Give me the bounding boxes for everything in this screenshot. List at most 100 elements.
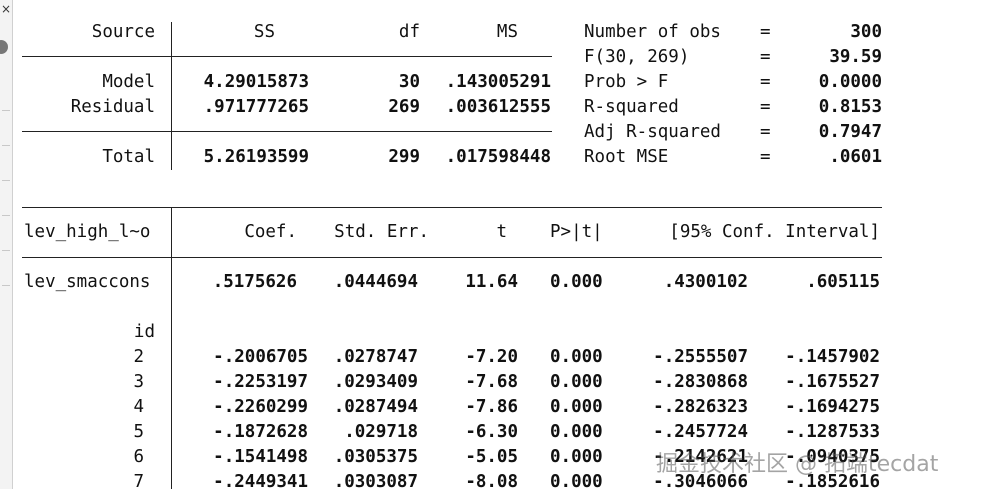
ci-lower: .4300102 — [663, 272, 748, 292]
se-value: .0278747 — [333, 347, 418, 367]
anova-row-source: Model — [102, 72, 155, 92]
factor-level: 3 — [133, 372, 144, 392]
p-value: 0.000 — [550, 372, 603, 392]
stat-label: Number of obs — [584, 22, 721, 42]
coef-header-ci: [95% Conf. Interval] — [669, 222, 880, 242]
anova-row-df: 299 — [388, 147, 420, 167]
anova-row-ms: .003612555 — [445, 97, 551, 117]
anova-row-source: Total — [102, 147, 155, 167]
se-value: .0293409 — [333, 372, 418, 392]
se-value: .029718 — [344, 422, 418, 442]
stat-equals: = — [760, 47, 771, 67]
gutter-divider — [2, 180, 10, 181]
ci-lower: -.2830868 — [653, 372, 748, 392]
coef-depvar: lev_high_l~o — [24, 222, 151, 242]
stat-equals: = — [760, 97, 771, 117]
p-value: 0.000 — [550, 422, 603, 442]
anova-row-ms: .017598448 — [445, 147, 551, 167]
p-value: 0.000 — [550, 472, 603, 492]
coef-header-coef: Coef. — [244, 222, 297, 242]
stat-value: 0.7947 — [818, 122, 882, 142]
anova-row-ss: 4.29015873 — [203, 72, 309, 92]
t-value: 11.64 — [465, 272, 518, 292]
t-value: -7.68 — [465, 372, 518, 392]
factor-level: 6 — [133, 447, 144, 467]
anova-column-rule — [171, 22, 172, 170]
t-value: -7.20 — [465, 347, 518, 367]
coef-value: -.2253197 — [213, 372, 308, 392]
stat-label: R-squared — [584, 97, 679, 117]
stat-equals: = — [760, 72, 771, 92]
stat-value: 0.0000 — [818, 72, 882, 92]
coef-value: .5175626 — [212, 272, 297, 292]
t-value: -6.30 — [465, 422, 518, 442]
anova-row-source: Residual — [70, 97, 155, 117]
anova-header-rule — [22, 56, 552, 57]
anova-row-df: 30 — [398, 72, 420, 92]
stat-value: 300 — [850, 22, 882, 42]
coef-value: -.1541498 — [213, 447, 308, 467]
factor-level: 4 — [133, 397, 144, 417]
ci-lower: -.2457724 — [653, 422, 748, 442]
se-value: .0287494 — [333, 397, 418, 417]
factor-level: 7 — [133, 472, 144, 492]
stat-label: F(30, 269) — [584, 47, 690, 67]
coef-top-rule — [22, 207, 882, 208]
t-value: -5.05 — [465, 447, 518, 467]
t-value: -7.86 — [465, 397, 518, 417]
stat-value: .0601 — [829, 147, 882, 167]
anova-total-rule — [22, 131, 552, 132]
ci-lower: -.2555507 — [653, 347, 748, 367]
stat-label: Root MSE — [584, 147, 669, 167]
ci-upper: -.1694275 — [785, 397, 880, 417]
coef-row-name: lev_smaccons — [24, 272, 151, 292]
coef-column-rule — [171, 208, 172, 489]
t-value: -8.08 — [465, 472, 518, 492]
p-value: 0.000 — [550, 272, 603, 292]
window-gutter: × — [0, 0, 13, 489]
stat-equals: = — [760, 22, 771, 42]
se-value: .0305375 — [333, 447, 418, 467]
anova-row-df: 269 — [388, 97, 420, 117]
ci-upper: .605115 — [806, 272, 880, 292]
factor-level: 5 — [133, 422, 144, 442]
anova-row-ms: .143005291 — [445, 72, 551, 92]
stat-label: Adj R-squared — [584, 122, 721, 142]
p-value: 0.000 — [550, 447, 603, 467]
coef-value: -.1872628 — [213, 422, 308, 442]
close-icon[interactable]: × — [0, 2, 12, 16]
factor-level: 2 — [133, 347, 144, 367]
se-value: .0303087 — [333, 472, 418, 492]
gutter-divider — [2, 250, 10, 251]
anova-row-ss: 5.26193599 — [203, 147, 309, 167]
ci-upper: -.1287533 — [785, 422, 880, 442]
coef-header-rule — [22, 257, 882, 258]
stat-equals: = — [760, 147, 771, 167]
stat-value: 0.8153 — [818, 97, 882, 117]
stat-label: Prob > F — [584, 72, 669, 92]
coef-value: -.2449341 — [213, 472, 308, 492]
coef-header-t: t — [496, 222, 507, 242]
gutter-divider — [2, 145, 10, 146]
p-value: 0.000 — [550, 397, 603, 417]
coef-header-p: P>|t| — [550, 222, 603, 242]
p-value: 0.000 — [550, 347, 603, 367]
stat-value: 39.59 — [829, 47, 882, 67]
anova-header-ss: SS — [253, 22, 275, 42]
ci-lower: -.2826323 — [653, 397, 748, 417]
coef-value: -.2260299 — [213, 397, 308, 417]
scroll-indicator-icon[interactable] — [0, 40, 8, 54]
watermark: 掘金技术社区 @ 拓端tecdat — [656, 452, 939, 477]
stat-equals: = — [760, 122, 771, 142]
ci-upper: -.1457902 — [785, 347, 880, 367]
gutter-divider — [2, 285, 10, 286]
factor-label: id — [133, 322, 155, 342]
anova-header-source: Source — [91, 22, 155, 42]
se-value: .0444694 — [333, 272, 418, 292]
anova-header-ms: MS — [496, 22, 518, 42]
coef-value: -.2006705 — [213, 347, 308, 367]
coef-header-se: Std. Err. — [334, 222, 429, 242]
gutter-divider — [2, 215, 10, 216]
ci-upper: -.1675527 — [785, 372, 880, 392]
anova-row-ss: .971777265 — [203, 97, 309, 117]
